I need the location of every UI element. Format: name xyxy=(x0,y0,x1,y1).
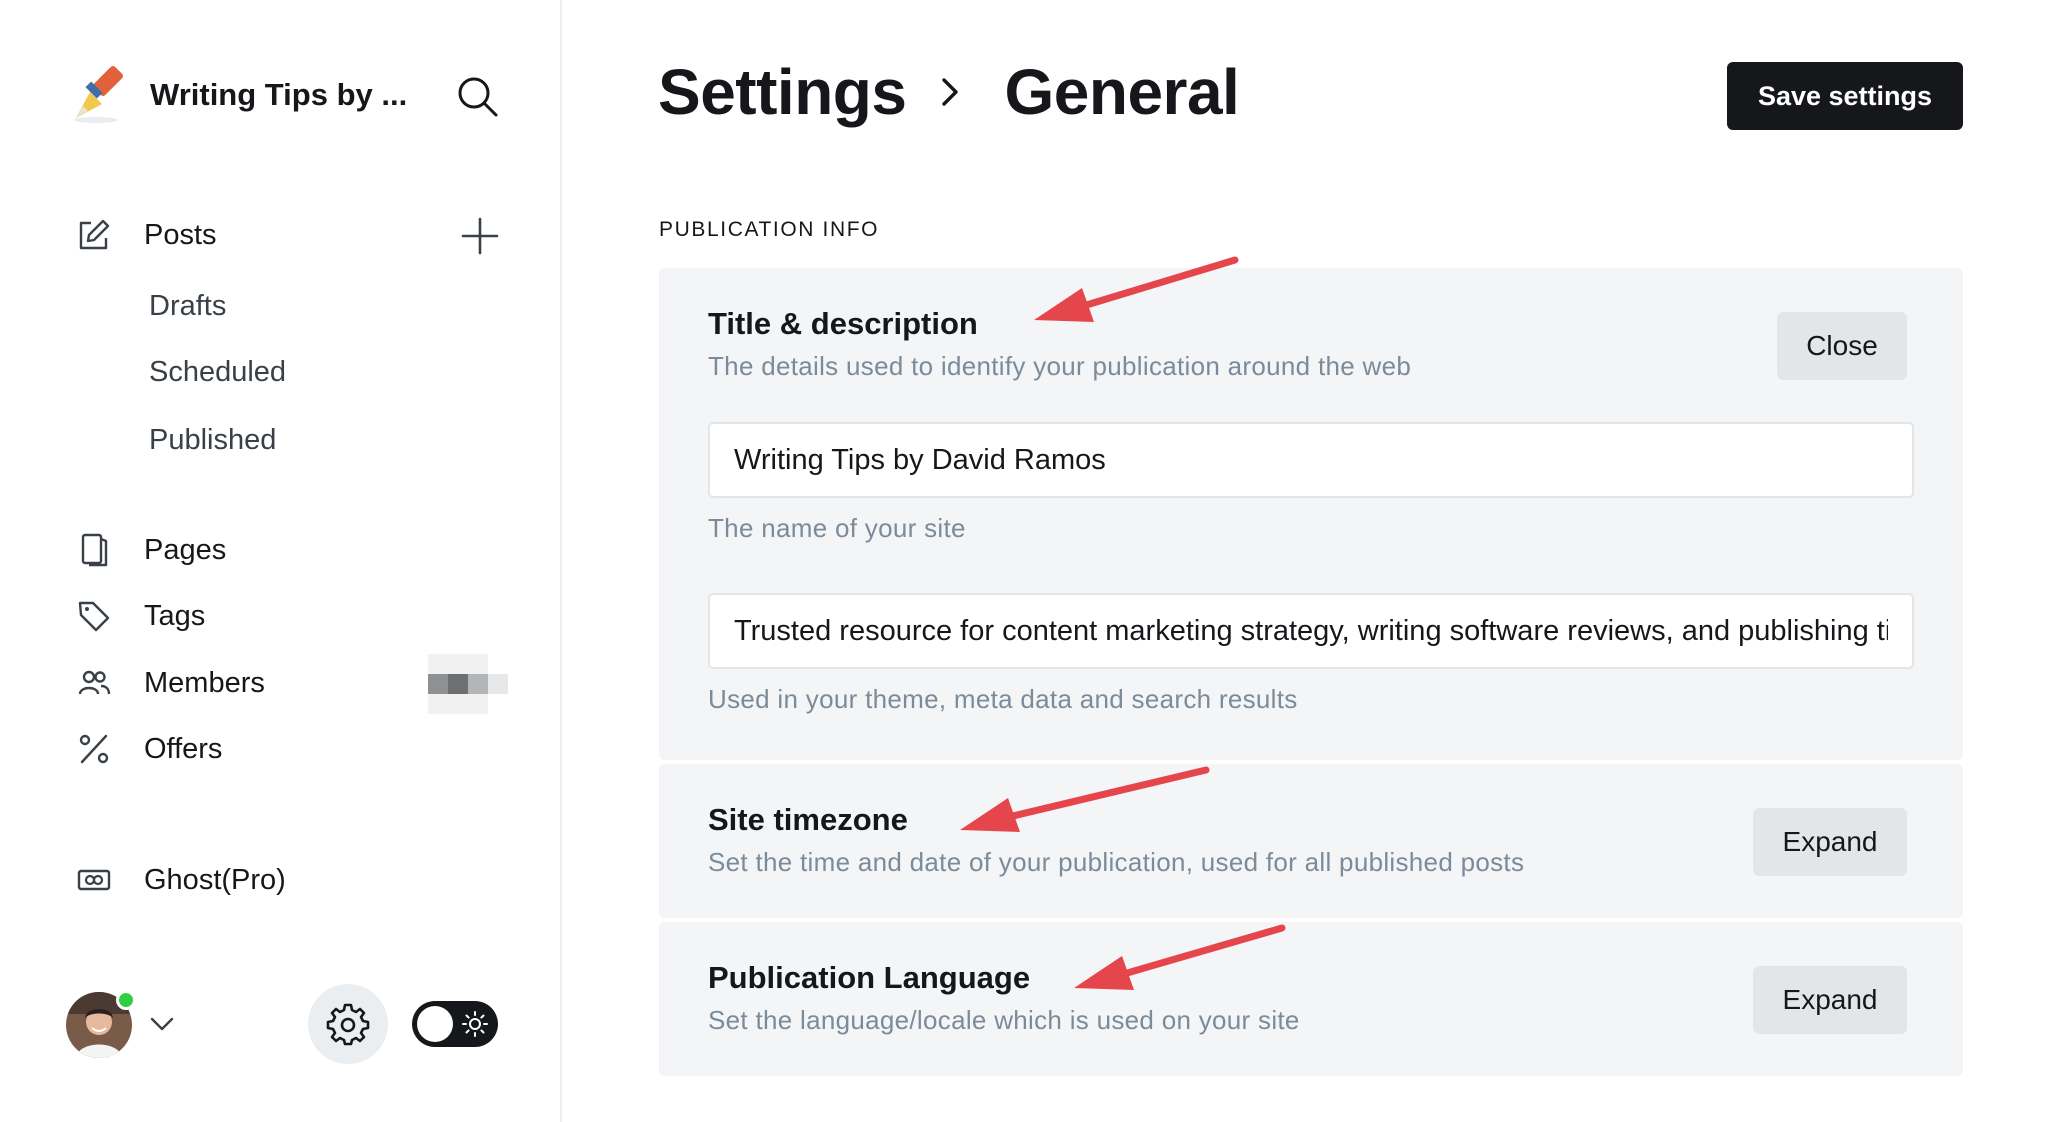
page-title: General xyxy=(1004,56,1240,128)
publication-title: Writing Tips by ... xyxy=(150,77,408,112)
settings-button[interactable] xyxy=(308,984,388,1064)
edit-icon xyxy=(76,217,112,253)
percent-icon xyxy=(76,731,112,767)
sidebar-item-label: Offers xyxy=(144,732,223,765)
sidebar-item-label: Posts xyxy=(144,218,217,251)
ghost-pro-icon xyxy=(76,862,112,898)
panel-description: Set the time and date of your publicatio… xyxy=(708,847,1525,877)
site-title-input[interactable] xyxy=(708,422,1914,498)
sun-icon xyxy=(462,1011,488,1037)
panel-description: The details used to identify your public… xyxy=(708,351,1412,381)
site-timezone-panel: Site timezone Set the time and date of y… xyxy=(659,764,1963,918)
site-title-hint: The name of your site xyxy=(708,513,966,543)
sidebar-item-label: Tags xyxy=(144,599,206,632)
chevron-right-icon xyxy=(930,72,970,112)
breadcrumb-settings[interactable]: Settings xyxy=(658,55,907,129)
panel-title: Title & description xyxy=(708,306,978,341)
sidebar-item-offers[interactable]: Offers xyxy=(76,727,222,771)
brand[interactable]: Writing Tips by ... xyxy=(66,60,407,130)
dark-mode-toggle[interactable] xyxy=(412,1001,498,1047)
panel-title: Publication Language xyxy=(708,960,1031,995)
avatar[interactable] xyxy=(66,990,136,1058)
sidebar-item-pages[interactable]: Pages xyxy=(76,528,226,572)
page-icon xyxy=(76,532,112,568)
site-description-input[interactable] xyxy=(708,593,1914,669)
search-icon[interactable] xyxy=(455,74,499,118)
title-description-panel: Title & description The details used to … xyxy=(659,268,1963,760)
sidebar: Writing Tips by ... Posts Drafts Schedul… xyxy=(0,0,562,1122)
sidebar-item-posts[interactable]: Posts xyxy=(76,213,217,257)
gear-icon xyxy=(326,1003,370,1046)
close-button[interactable]: Close xyxy=(1777,312,1907,380)
online-status-dot xyxy=(116,990,136,1010)
toggle-knob xyxy=(417,1006,453,1042)
sidebar-item-scheduled[interactable]: Scheduled xyxy=(149,352,286,392)
members-icon xyxy=(76,665,112,701)
sidebar-item-published[interactable]: Published xyxy=(149,420,276,460)
save-settings-button[interactable]: Save settings xyxy=(1727,62,1963,130)
sidebar-item-label: Ghost(Pro) xyxy=(144,863,286,896)
pen-nib-icon xyxy=(74,65,124,123)
breadcrumb: Settings General xyxy=(658,52,1240,132)
panel-title: Site timezone xyxy=(708,802,908,837)
section-label: PUBLICATION INFO xyxy=(659,218,880,241)
sidebar-item-label: Pages xyxy=(144,533,227,566)
sidebar-item-drafts[interactable]: Drafts xyxy=(149,286,226,326)
panel-description: Set the language/locale which is used on… xyxy=(708,1005,1300,1035)
expand-language-button[interactable]: Expand xyxy=(1753,966,1907,1034)
expand-timezone-button[interactable]: Expand xyxy=(1753,808,1907,876)
sidebar-item-label: Members xyxy=(144,666,265,699)
tag-icon xyxy=(76,598,112,634)
sidebar-item-members[interactable]: Members xyxy=(76,661,265,705)
sidebar-item-ghost-pro[interactable]: Ghost(Pro) xyxy=(76,858,286,902)
site-description-hint: Used in your theme, meta data and search… xyxy=(708,684,1298,714)
plus-icon[interactable] xyxy=(460,216,500,256)
publication-language-panel: Publication Language Set the language/lo… xyxy=(659,922,1963,1076)
member-count-badge xyxy=(428,654,508,714)
chevron-down-icon[interactable] xyxy=(148,1010,176,1038)
sidebar-item-tags[interactable]: Tags xyxy=(76,594,205,638)
